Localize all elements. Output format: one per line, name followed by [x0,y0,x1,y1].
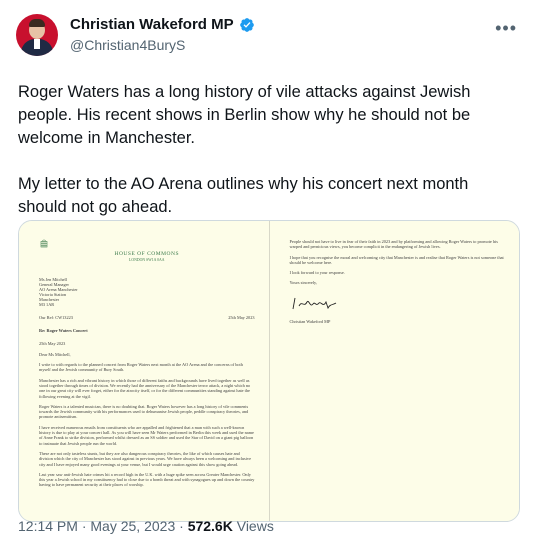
tweet-meta: 12:14 PM · May 25, 2023 · 572.6K Views [18,518,274,534]
portcullis-icon [40,239,48,248]
letter-paragraph: Roger Waters is a talented musician, the… [39,403,249,420]
tweet-text: Roger Waters has a long history of vile … [18,81,518,242]
salutation: Dear Ms Mitchell, [39,351,71,357]
handwritten-signature [290,296,506,313]
attached-letter-image[interactable]: HOUSE OF COMMONS LONDON SW1A 0AA Ms Jen … [18,220,520,522]
signatory: Christian Wakeford MP [289,319,331,325]
more-options-icon[interactable]: ••• [495,18,517,39]
letter-paragraph: Last year saw anti-Jewish hate crimes hi… [39,471,255,488]
date-line: 25th May 2023 [39,341,66,347]
meta-separator: · [179,518,184,534]
address-line: M3 1AR [39,301,55,307]
letter-paragraph: I look forward to your response. [289,270,345,276]
author-name-row[interactable]: Christian Wakeford MP [70,16,255,33]
our-ref: Our Ref: CW13223 [39,314,73,320]
tweet-paragraph: My letter to the AO Arena outlines why h… [18,175,469,216]
letter-page-2: People should not have to live in fear o… [268,221,519,521]
letter-paragraph: People should not have to live in fear o… [289,239,498,250]
tweet-paragraph: Roger Waters has a long history of vile … [18,83,471,147]
tweet-time[interactable]: 12:14 PM [18,518,78,534]
letter-paragraph: These are not only tasteless stunts, but… [39,450,251,467]
reference-row: Our Ref: CW13223 25th May 2023 [39,315,255,320]
letter-paragraph: I write to with regards to the planned c… [39,362,243,373]
letter-paragraph: I have received numerous emails from con… [39,424,254,446]
tweet-date[interactable]: May 25, 2023 [90,518,175,534]
meta-separator: · [81,518,87,534]
letter-paragraph: Manchester has a rich and vibrant histor… [39,377,251,399]
signature-drawing [292,297,336,309]
views-label: Views [236,518,274,534]
recipient-address: Ms Jen Mitchell General Manager AO Arena… [39,277,255,307]
verified-badge-icon [239,17,254,32]
author-name[interactable]: Christian Wakeford MP [70,16,234,33]
closing: Yours sincerely, [289,280,317,286]
letter-date: 25th May 2023 [228,314,255,320]
avatar[interactable] [16,14,58,56]
views-count: 572.6K [187,518,233,534]
letter-page-1: HOUSE OF COMMONS LONDON SW1A 0AA Ms Jen … [19,221,269,521]
letter-subject: Re: Roger Waters Concert [39,328,88,334]
letterhead-address: LONDON SW1A 0AA [129,257,165,262]
letter-paragraph: I hope that you recognise the moral and … [289,254,504,265]
author-handle[interactable]: @Christian4BuryS [70,37,185,53]
